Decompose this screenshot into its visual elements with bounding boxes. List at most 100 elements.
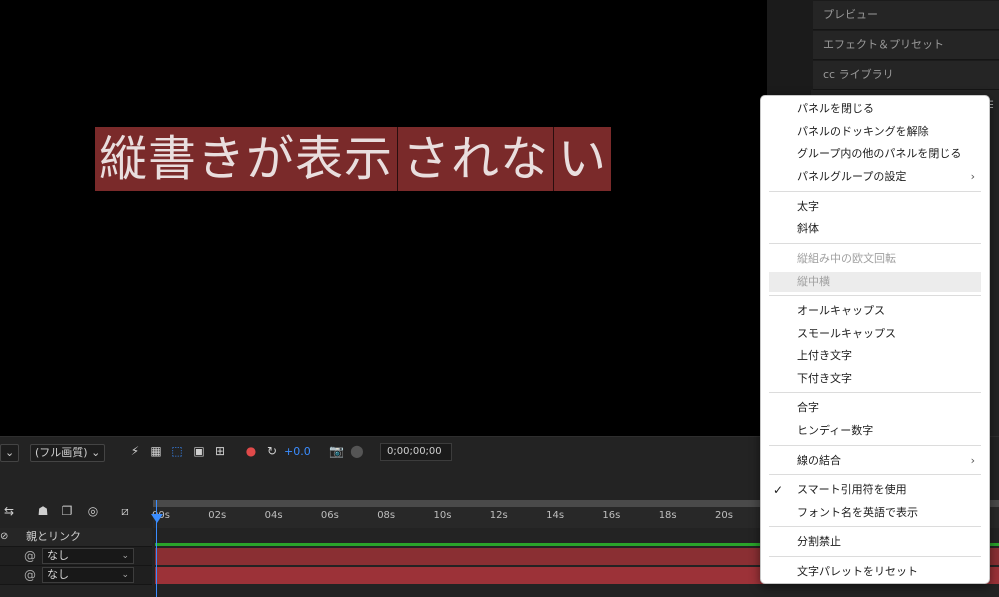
motion-blur-icon[interactable]: ◎ [86, 504, 100, 518]
grid-guides-icon[interactable]: ⊞ [213, 444, 227, 458]
menu-item-label: パネルグループの設定 [797, 170, 907, 183]
menu-item[interactable]: オールキャップス [761, 301, 989, 321]
menu-item[interactable]: 文字パレットをリセット [761, 562, 989, 582]
vertical-text-layer[interactable]: 縦書きが表示 されな い [95, 127, 612, 191]
ruler-tick-label: 14s [546, 510, 565, 521]
chevron-right-icon: › [970, 170, 975, 183]
menu-item[interactable]: パネルを閉じる [761, 99, 989, 119]
menu-item-label: 太字 [797, 200, 819, 213]
layer-row[interactable]: @ なし ⌄ [0, 547, 152, 566]
parent-dropdown[interactable]: なし ⌄ [42, 548, 134, 564]
ruler-tick-label: 08s [377, 510, 396, 521]
menu-item-label: グループ内の他のパネルを閉じる [797, 147, 962, 160]
fast-preview-icon[interactable]: ⚡ [128, 444, 142, 458]
panel-tab-preview[interactable]: プレビュー [813, 1, 999, 30]
menu-item[interactable]: 線の結合 › [761, 451, 989, 471]
current-time-display[interactable]: 0;00;00;00 [380, 443, 452, 461]
menu-item[interactable]: 分割禁止 [761, 532, 989, 552]
chevron-down-icon: ⌄ [121, 570, 129, 580]
ruler-tick-label: 12s [489, 510, 508, 521]
menu-item-label: オールキャップス [797, 304, 885, 317]
menu-item-label: フォント名を英語で表示 [797, 506, 918, 519]
menu-item[interactable]: パネルグループの設定 › [761, 167, 989, 187]
frame-blending-icon[interactable]: ❐ [60, 504, 74, 518]
resolution-dropdown[interactable]: (フル画質) ⌄ [30, 444, 106, 462]
menu-item-label: 文字パレットをリセット [797, 565, 918, 578]
ruler-tick-label: 18s [658, 510, 677, 521]
parent-dropdown-value: なし [47, 549, 69, 562]
menu-item[interactable]: 斜体 [761, 219, 989, 239]
menu-item[interactable]: パネルのドッキングを解除 [761, 122, 989, 142]
snapshot-icon[interactable]: 📷 [329, 444, 344, 458]
region-of-interest-icon[interactable]: ⬚ [170, 444, 184, 458]
menu-item: 縦中横 [769, 272, 981, 292]
panel-tab-cc-libraries[interactable]: cc ライブラリ [813, 61, 999, 90]
layer-row[interactable]: @ なし ⌄ [0, 566, 152, 585]
channel-icon[interactable]: ● [244, 444, 258, 458]
character-panel-context-menu: パネルを閉じる パネルのドッキングを解除 グループ内の他のパネルを閉じる パネルグルー… [760, 95, 990, 584]
menu-item-label: 縦中横 [797, 275, 830, 288]
chevron-right-icon: › [970, 454, 975, 467]
menu-separator [769, 526, 981, 527]
ruler-tick-label: 16s [602, 510, 621, 521]
shy-layers-icon[interactable]: ☗ [36, 504, 50, 518]
menu-item-label: 上付き文字 [797, 349, 852, 362]
ruler-tick-label: 06s [320, 510, 339, 521]
menu-item[interactable]: 上付き文字 [761, 346, 989, 366]
playhead-handle[interactable] [151, 514, 163, 523]
menu-item[interactable]: ✓ スマート引用符を使用 [761, 480, 989, 500]
menu-item[interactable]: ヒンディー数字 [761, 421, 989, 441]
ruler-tick-label: 20s [715, 510, 733, 521]
menu-item[interactable]: 太字 [761, 197, 989, 217]
zoom-dropdown[interactable]: ⌄ [0, 444, 20, 462]
menu-item-label: パネルを閉じる [797, 102, 874, 115]
menu-item[interactable]: スモールキャップス [761, 324, 989, 344]
transparency-grid-icon[interactable]: ▦ [149, 444, 163, 458]
show-snapshot-icon[interactable]: ⬤ [350, 444, 364, 458]
resolution-value: (フル画質) [35, 446, 88, 459]
text-segment: されな [398, 127, 555, 191]
menu-item[interactable]: 合字 [761, 398, 989, 418]
menu-item-label: 分割禁止 [797, 535, 841, 548]
menu-item-label: 線の結合 [797, 454, 841, 467]
ruler-tick-label: 02s [208, 510, 227, 521]
timeline-switch-icons: ⇆ ☗ ❐ ◎ ⧄ [0, 500, 150, 524]
pickwhip-icon[interactable]: @ [24, 566, 36, 584]
menu-item[interactable]: グループ内の他のパネルを閉じる [761, 144, 989, 164]
parent-dropdown[interactable]: なし ⌄ [42, 567, 134, 583]
menu-separator [769, 556, 981, 557]
menu-item-label: 斜体 [797, 222, 819, 235]
ruler-tick-label: 04s [264, 510, 283, 521]
flowchart-icon[interactable]: ⇆ [2, 504, 16, 518]
menu-item-label: パネルのドッキングを解除 [797, 125, 929, 138]
menu-separator [769, 474, 981, 475]
menu-item-label: 縦組み中の欧文回転 [797, 252, 896, 265]
mask-visibility-icon[interactable]: ▣ [192, 444, 206, 458]
menu-item-label: スモールキャップス [797, 327, 896, 340]
menu-item: 縦組み中の欧文回転 [761, 249, 989, 269]
menu-item-label: スマート引用符を使用 [797, 483, 907, 496]
exposure-value[interactable]: +0.0 [284, 444, 311, 460]
menu-item[interactable]: 下付き文字 [761, 369, 989, 389]
panel-tab-effects-presets[interactable]: エフェクト＆プリセット [813, 31, 999, 60]
layer-columns-header: ⊘ 親とリンク [0, 528, 152, 547]
menu-item-label: ヒンディー数字 [797, 424, 874, 437]
chevron-down-icon: ⌄ [121, 551, 129, 561]
menu-separator [769, 445, 981, 446]
checkmark-icon: ✓ [773, 483, 784, 497]
composition-viewer[interactable]: 縦書きが表示 されな い [0, 0, 767, 436]
menu-separator [769, 243, 981, 244]
parent-dropdown-value: なし [47, 568, 69, 581]
menu-item-label: 下付き文字 [797, 372, 852, 385]
ruler-tick-label: 10s [433, 510, 452, 521]
graph-editor-icon[interactable]: ⧄ [118, 504, 132, 518]
menu-item[interactable]: フォント名を英語で表示 [761, 503, 989, 523]
pickwhip-icon[interactable]: @ [24, 547, 36, 565]
menu-separator [769, 295, 981, 296]
menu-item-label: 合字 [797, 401, 819, 414]
menu-separator [769, 392, 981, 393]
text-segment: い [554, 127, 612, 191]
text-segment: 縦書きが表示 [95, 127, 399, 191]
reset-exposure-icon[interactable]: ↻ [265, 444, 279, 458]
parent-link-header: 親とリンク [26, 530, 81, 543]
